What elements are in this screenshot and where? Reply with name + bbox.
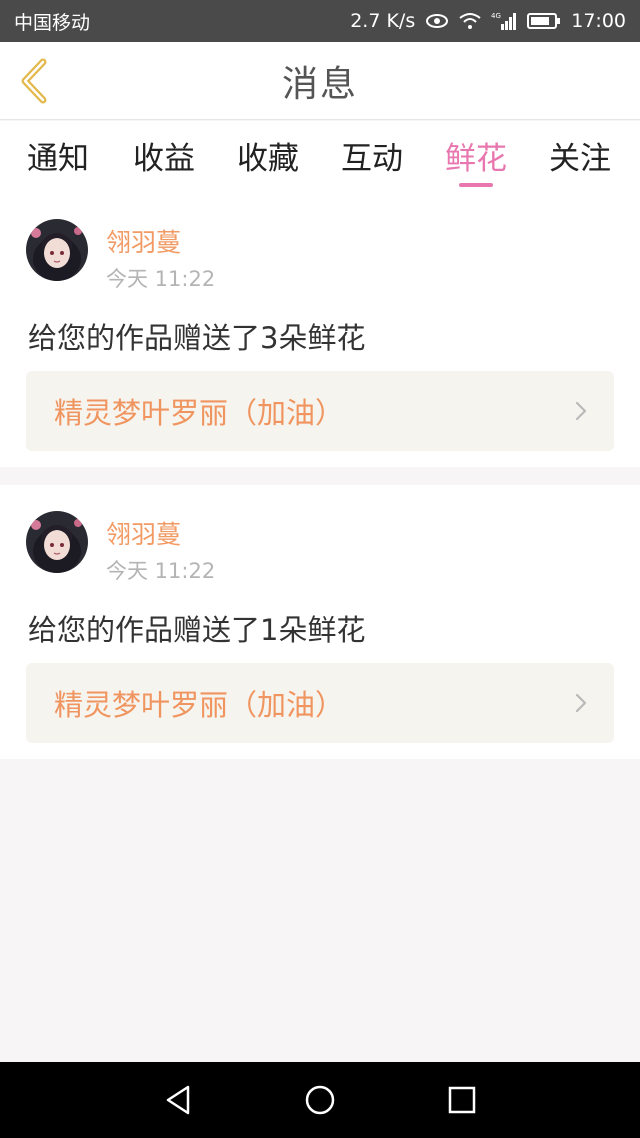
tab-interaction[interactable]: 互动 (336, 133, 408, 193)
message-text: 给您的作品赠送了1朵鲜花 (28, 613, 366, 647)
wifi-icon (459, 12, 481, 30)
nav-recents-button[interactable] (442, 1080, 482, 1120)
chevron-right-icon (574, 692, 588, 714)
tab-label: 收益 (133, 141, 195, 177)
tab-active-indicator (459, 183, 493, 187)
chevron-left-icon (21, 58, 47, 104)
signal-icon: 4G (491, 11, 517, 31)
header: 消息 (0, 42, 640, 120)
tab-favorites[interactable]: 收藏 (232, 133, 304, 193)
sender-name[interactable]: 翎羽蔓 (106, 223, 181, 259)
tab-flowers[interactable]: 鲜花 (440, 133, 512, 193)
tab-following[interactable]: 关注 (544, 133, 616, 193)
message-time: 今天 11:22 (106, 267, 216, 291)
nav-back-button[interactable] (158, 1080, 198, 1120)
tab-label: 互动 (341, 141, 403, 177)
page-title: 消息 (281, 63, 358, 105)
tab-earnings[interactable]: 收益 (128, 133, 200, 193)
network-speed: 2.7 K/s (350, 10, 416, 32)
tab-notice[interactable]: 通知 (22, 133, 94, 193)
tab-label: 收藏 (237, 141, 299, 177)
tab-label: 通知 (27, 141, 89, 177)
recents-square-icon (448, 1086, 476, 1114)
chevron-right-icon (574, 400, 588, 422)
tab-label: 鲜花 (445, 141, 507, 177)
status-left: 中国移动 (14, 8, 90, 35)
work-link[interactable]: 精灵梦叶罗丽（加油） (26, 371, 614, 451)
back-triangle-icon (166, 1085, 190, 1115)
nav-home-button[interactable] (300, 1080, 340, 1120)
battery-icon (527, 12, 561, 30)
message-text: 给您的作品赠送了3朵鲜花 (28, 321, 366, 355)
navigation-bar (0, 1062, 640, 1138)
carrier-label: 中国移动 (14, 11, 91, 34)
back-button[interactable] (14, 56, 54, 106)
work-title: 精灵梦叶罗丽（加油） (54, 688, 345, 722)
tab-label: 关注 (549, 141, 611, 177)
status-right: 2.7 K/s 4G 17:00 (350, 10, 626, 32)
home-circle-icon (305, 1085, 335, 1115)
sender-name[interactable]: 翎羽蔓 (106, 515, 181, 551)
network-type-label: 4G (491, 12, 501, 20)
tab-bar: 通知 收益 收藏 互动 鲜花 关注 (0, 121, 640, 193)
avatar[interactable] (26, 511, 88, 573)
eye-icon (425, 13, 449, 29)
avatar[interactable] (26, 219, 88, 281)
work-link[interactable]: 精灵梦叶罗丽（加油） (26, 663, 614, 743)
message-card: 翎羽蔓 今天 11:22 给您的作品赠送了1朵鲜花 精灵梦叶罗丽（加油） (0, 485, 640, 759)
status-bar: 中国移动 2.7 K/s 4G 17:00 (0, 0, 640, 42)
message-time: 今天 11:22 (106, 559, 216, 583)
message-card: 翎羽蔓 今天 11:22 给您的作品赠送了3朵鲜花 精灵梦叶罗丽（加油） (0, 193, 640, 467)
clock: 17:00 (571, 10, 626, 32)
work-title: 精灵梦叶罗丽（加油） (54, 396, 345, 430)
